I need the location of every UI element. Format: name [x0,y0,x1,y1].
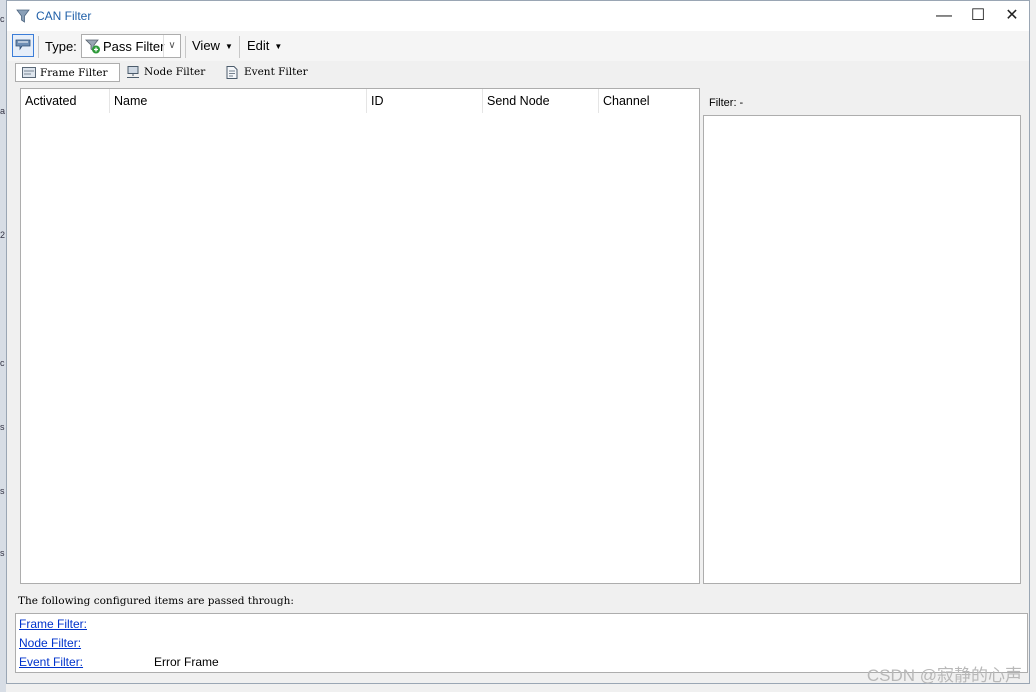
tab-label: Event Filter [244,66,308,78]
caret-down-icon: ▼ [224,42,233,52]
chevron-down-icon[interactable]: ∨ [163,35,180,57]
frame-filter-table[interactable]: Activated Name ID Send Node Channel [20,88,700,584]
toolbar-separator [38,36,39,58]
column-header-send-node[interactable]: Send Node [483,89,599,113]
pass-filter-icon [85,39,100,54]
tab-event-filter[interactable]: Event Filter [220,63,330,82]
toolbar-separator [239,36,240,58]
minimize-icon: — [936,7,952,24]
view-menu-label: View [192,38,220,53]
type-dropdown[interactable]: Pass Filter ∨ [81,34,181,58]
maximize-icon: ☐ [970,7,986,24]
tab-label: Frame Filter [40,67,108,79]
toolbar-separator [185,36,186,58]
event-filter-value: Error Frame [154,655,219,669]
funnel-icon [16,9,30,23]
column-header-channel[interactable]: Channel [599,89,699,113]
edit-menu-button[interactable]: Edit ▼ [247,38,282,53]
filter-details-panel[interactable] [703,115,1021,584]
frame-icon [22,67,36,78]
event-filter-link[interactable]: Event Filter: [19,655,83,669]
title-bar[interactable]: CAN Filter — ☐ ✕ [7,1,1029,31]
tab-node-filter[interactable]: Node Filter [120,63,220,82]
frame-filter-link[interactable]: Frame Filter: [19,617,87,631]
tab-frame-filter[interactable]: Frame Filter [15,63,120,82]
event-icon [226,66,238,79]
type-dropdown-value: Pass Filter [103,39,165,54]
maximize-button[interactable]: ☐ [961,1,995,31]
filter-flag-icon [15,39,31,51]
edit-menu-label: Edit [247,38,270,53]
filter-details-label: Filter: - [709,97,744,109]
tab-label: Node Filter [144,66,206,78]
column-header-activated[interactable]: Activated [21,89,110,113]
column-header-name[interactable]: Name [110,89,367,113]
node-icon [127,66,139,78]
can-filter-window: CAN Filter — ☐ ✕ Type: Pass Filter ∨ Vie… [6,0,1030,684]
type-label: Type: [45,39,77,54]
summary-intro: The following configured items are passe… [18,595,294,607]
close-button[interactable]: ✕ [995,1,1029,31]
window-title: CAN Filter [36,9,92,23]
minimize-button[interactable]: — [927,1,961,31]
column-header-id[interactable]: ID [367,89,483,113]
node-filter-link[interactable]: Node Filter: [19,636,81,650]
watermark: CSDN @寂静的心声 [866,666,1022,685]
view-menu-button[interactable]: View ▼ [192,38,233,53]
caret-down-icon: ▼ [274,42,283,52]
filter-toggle-button[interactable] [12,34,34,57]
toolbar: Type: Pass Filter ∨ View ▼ Edit ▼ [7,31,1029,61]
close-icon: ✕ [1005,7,1019,24]
